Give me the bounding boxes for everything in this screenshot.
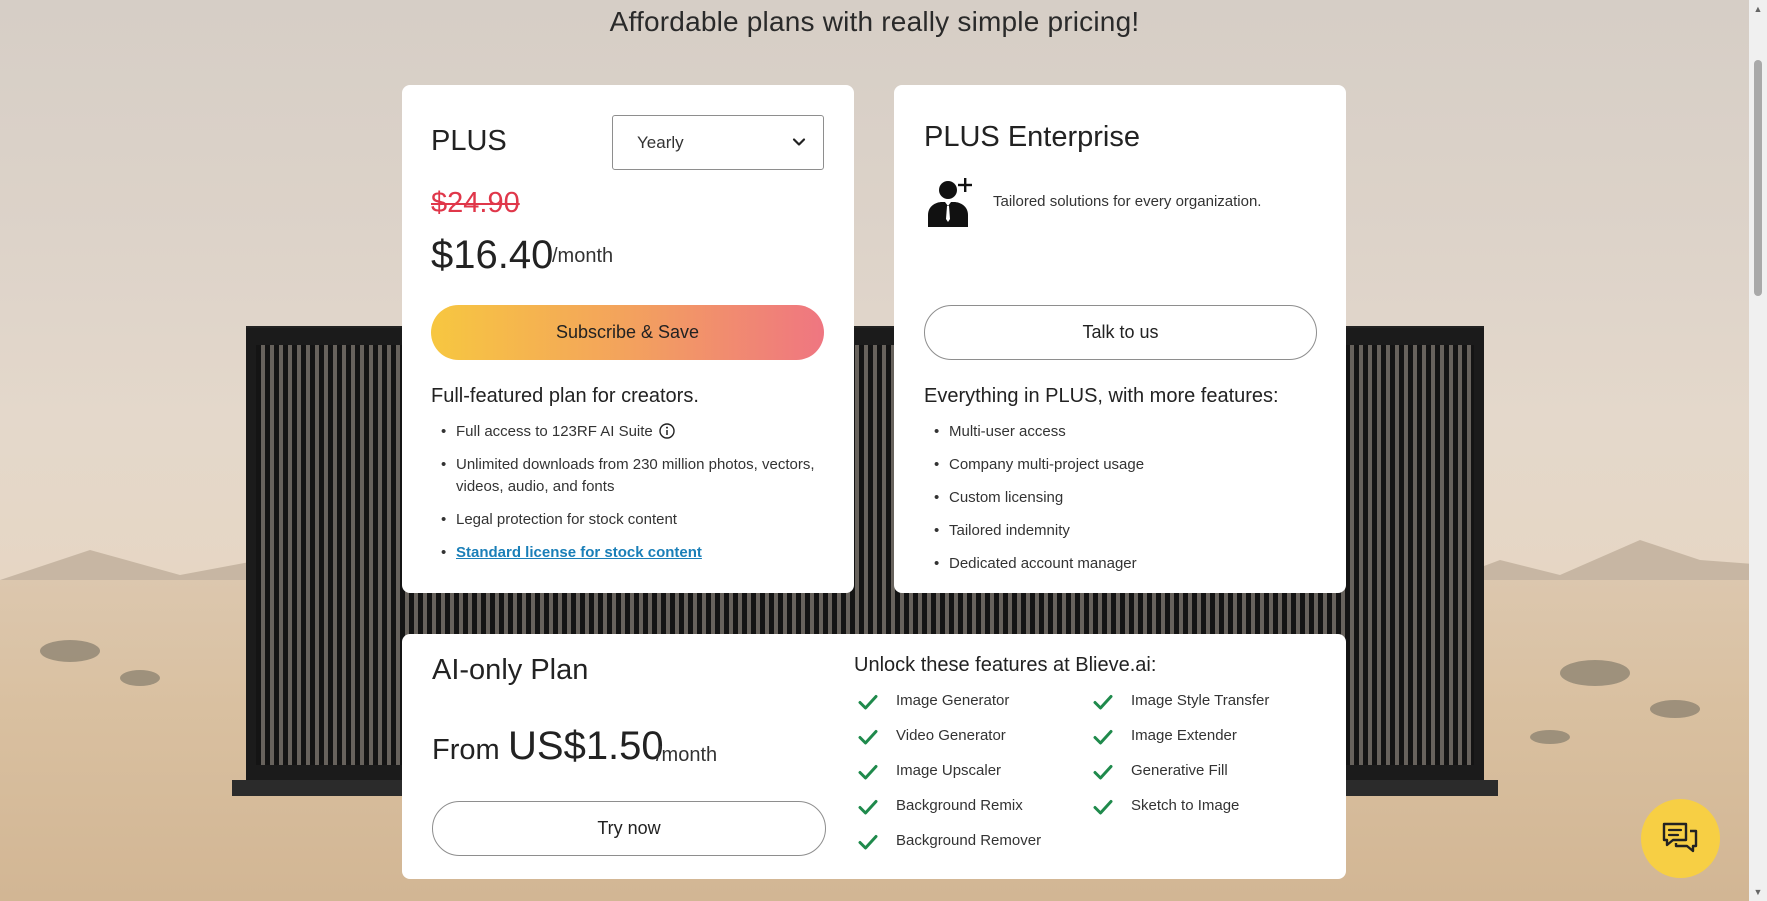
ai-price: US$1.50 bbox=[508, 724, 664, 768]
info-icon[interactable] bbox=[659, 423, 675, 439]
billing-period-value: Yearly bbox=[637, 133, 684, 152]
ai-price-unit: /month bbox=[656, 744, 718, 766]
discounted-price: $16.40 bbox=[431, 233, 554, 277]
ai-feature-item: Background Remix bbox=[896, 797, 1023, 814]
ai-feature-item: Background Remover bbox=[896, 832, 1042, 849]
enterprise-plan-title: PLUS Enterprise bbox=[924, 121, 1140, 153]
plus-plan-card: PLUS Yearly $24.90 $16.40 /month Subscri… bbox=[402, 85, 854, 593]
shrub bbox=[1560, 660, 1630, 686]
scroll-up-arrow-icon[interactable]: ▲ bbox=[1749, 0, 1767, 18]
list-item: Full access to 123RF AI Suite bbox=[431, 421, 831, 443]
shrub bbox=[1530, 730, 1570, 744]
check-icon bbox=[1093, 730, 1113, 745]
standard-license-link[interactable]: Standard license for stock content bbox=[456, 544, 702, 561]
shrub bbox=[40, 640, 100, 662]
ai-feature-item: Image Extender bbox=[1131, 727, 1237, 744]
ai-feature-item: Image Upscaler bbox=[896, 762, 1002, 779]
list-item: Standard license for stock content bbox=[431, 542, 831, 564]
page-headline: Affordable plans with really simple pric… bbox=[609, 6, 1140, 37]
talk-to-us-button[interactable]: Talk to us bbox=[924, 305, 1317, 360]
ai-feature-item: Video Generator bbox=[896, 727, 1006, 744]
list-item: Custom licensing bbox=[924, 487, 1324, 509]
list-item: Dedicated account manager bbox=[924, 553, 1324, 575]
plus-features-list: Full access to 123RF AI Suite Unlimited … bbox=[431, 421, 831, 575]
check-icon bbox=[858, 695, 878, 710]
check-icon bbox=[858, 835, 878, 850]
scrollbar-thumb[interactable] bbox=[1754, 60, 1762, 296]
list-item: Unlimited downloads from 230 million pho… bbox=[431, 454, 831, 498]
chevron-down-icon bbox=[792, 138, 806, 146]
check-icon bbox=[858, 765, 878, 780]
original-price: $24.90 bbox=[431, 187, 520, 219]
ai-only-plan-card: AI-only Plan From US$1.50 /month Try now… bbox=[402, 634, 1346, 879]
check-icon bbox=[858, 800, 878, 815]
vertical-scrollbar[interactable]: ▲ ▼ bbox=[1749, 0, 1767, 901]
list-item: Multi-user access bbox=[924, 421, 1324, 443]
check-icon bbox=[1093, 695, 1113, 710]
list-item: Tailored indemnity bbox=[924, 520, 1324, 542]
enterprise-features-list: Multi-user access Company multi-project … bbox=[924, 421, 1324, 586]
chat-button[interactable] bbox=[1641, 799, 1720, 878]
shrub bbox=[1650, 700, 1700, 718]
ai-plan-title: AI-only Plan bbox=[432, 654, 589, 686]
ai-feature-item: Image Style Transfer bbox=[1131, 692, 1270, 709]
plus-features-heading: Full-featured plan for creators. bbox=[431, 385, 699, 407]
price-unit: /month bbox=[552, 245, 614, 267]
scroll-down-arrow-icon[interactable]: ▼ bbox=[1749, 883, 1767, 901]
ai-feature-item: Generative Fill bbox=[1131, 762, 1228, 779]
ai-price-prefix: From bbox=[432, 734, 500, 766]
enterprise-description: Tailored solutions for every organizatio… bbox=[993, 193, 1262, 210]
chat-bubbles-icon bbox=[1662, 822, 1698, 853]
try-now-button[interactable]: Try now bbox=[432, 801, 826, 856]
ai-feature-item: Image Generator bbox=[896, 692, 1010, 709]
list-item: Company multi-project usage bbox=[924, 454, 1324, 476]
billing-period-select[interactable]: Yearly bbox=[612, 115, 824, 170]
enterprise-plan-card: PLUS Enterprise Tailored solutions for e… bbox=[894, 85, 1346, 593]
shrub bbox=[120, 670, 160, 686]
check-icon bbox=[858, 730, 878, 745]
add-user-icon bbox=[928, 178, 972, 227]
list-item: Legal protection for stock content bbox=[431, 509, 831, 531]
ai-feature-item: Sketch to Image bbox=[1131, 797, 1240, 814]
check-icon bbox=[1093, 765, 1113, 780]
enterprise-features-heading: Everything in PLUS, with more features: bbox=[924, 385, 1279, 407]
subscribe-save-button[interactable]: Subscribe & Save bbox=[431, 305, 824, 360]
ai-features-heading: Unlock these features at Blieve.ai: bbox=[854, 654, 1157, 676]
plus-plan-title: PLUS bbox=[431, 125, 507, 157]
feature-text: Full access to 123RF AI Suite bbox=[456, 423, 653, 440]
check-icon bbox=[1093, 800, 1113, 815]
